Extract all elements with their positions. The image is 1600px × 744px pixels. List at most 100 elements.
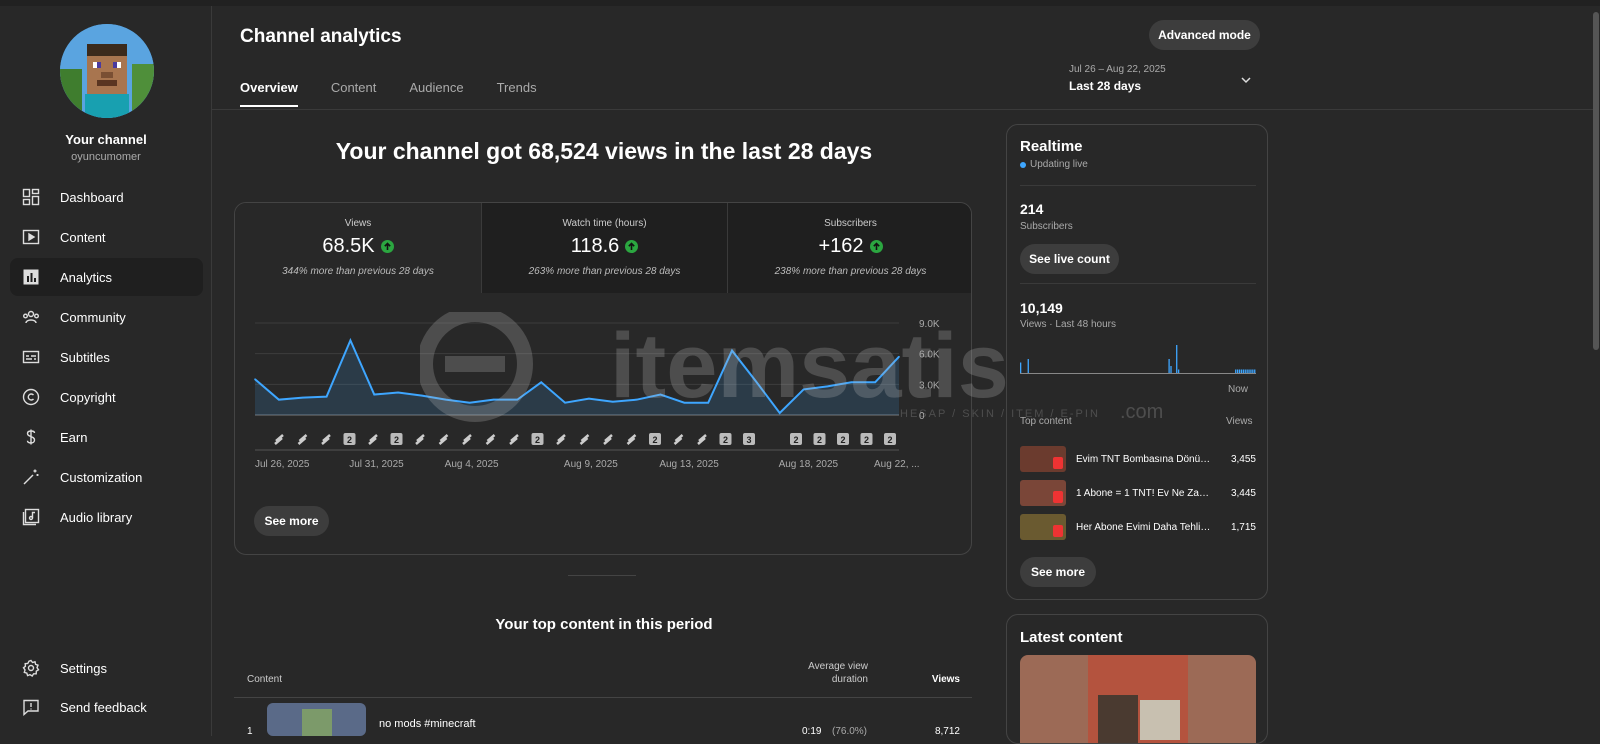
tab-audience[interactable]: Audience bbox=[409, 80, 463, 107]
sparkline-bar bbox=[1240, 369, 1243, 373]
realtime-now-label: Now bbox=[1228, 384, 1249, 395]
shorts-icon bbox=[1053, 457, 1063, 469]
column-header-avg-duration[interactable]: Average view duration bbox=[800, 660, 868, 686]
video-thumbnail[interactable] bbox=[267, 703, 366, 736]
date-range-text[interactable]: Jul 26 – Aug 22, 2025 bbox=[1069, 64, 1166, 75]
latest-video-thumbnail[interactable] bbox=[1020, 655, 1256, 743]
row-views: 8,712 bbox=[934, 726, 960, 737]
sidebar-item-customization[interactable]: Customization bbox=[10, 458, 203, 496]
realtime-divider bbox=[1020, 185, 1256, 186]
realtime-content-item[interactable]: Evim TNT Bombasına Dönüştü 3,455 bbox=[1020, 445, 1256, 473]
avg-duration-percent: (76.0%) bbox=[832, 726, 868, 737]
sidebar-item-copyright[interactable]: Copyright bbox=[10, 378, 203, 416]
realtime-views-sparkline[interactable] bbox=[1020, 341, 1256, 375]
sidebar-item-audio-library[interactable]: Audio library bbox=[10, 498, 203, 536]
audio-library-icon bbox=[20, 506, 42, 528]
chart-x-tick-label: Aug 9, 2025 bbox=[564, 459, 618, 470]
tab-content[interactable]: Content bbox=[331, 80, 377, 107]
metric-value-row: 68.5K bbox=[235, 235, 481, 258]
sparkline-bar bbox=[1235, 369, 1237, 373]
metric-label: Watch time (hours) bbox=[562, 218, 647, 229]
shorts-marker-glyph bbox=[438, 434, 449, 445]
sidebar-item-analytics[interactable]: Analytics bbox=[10, 258, 203, 296]
shorts-marker-glyph bbox=[415, 434, 425, 445]
table-header-divider bbox=[234, 697, 972, 698]
chart-point bbox=[564, 401, 566, 404]
chart-point bbox=[301, 396, 304, 399]
sparkline-bar bbox=[1248, 369, 1250, 373]
upload-count-label: 2 bbox=[793, 435, 798, 445]
chart-point bbox=[731, 349, 733, 352]
shorts-marker-glyph bbox=[697, 434, 707, 445]
upload-count-label: 2 bbox=[887, 435, 892, 445]
metric-comparison: 263% more than previous 28 days bbox=[528, 266, 681, 277]
section-divider bbox=[568, 575, 636, 576]
chart-x-tick-label: Aug 22, ... bbox=[874, 459, 920, 470]
metric-views-tab[interactable]: Views 68.5K 344% more than previous 28 d… bbox=[235, 203, 481, 293]
video-views: 3,445 bbox=[1230, 487, 1256, 499]
chart-x-tick-label: Jul 31, 2025 bbox=[349, 459, 404, 470]
sidebar: Your channel oyuncumomer Dashboard Conte… bbox=[0, 6, 212, 736]
channel-avatar[interactable] bbox=[60, 24, 154, 118]
sidebar-item-dashboard[interactable]: Dashboard bbox=[10, 178, 203, 216]
chevron-down-icon[interactable] bbox=[1240, 74, 1252, 86]
video-title[interactable]: no mods #minecraft bbox=[379, 718, 476, 730]
dashboard-icon bbox=[20, 186, 42, 208]
chart-point bbox=[755, 380, 757, 383]
sidebar-item-send-feedback[interactable]: Send feedback bbox=[10, 688, 203, 726]
chart-x-tick-label: Aug 4, 2025 bbox=[445, 459, 499, 470]
see-more-button[interactable]: See more bbox=[254, 506, 329, 536]
sparkline-bar bbox=[1238, 369, 1241, 373]
sidebar-item-earn[interactable]: Earn bbox=[10, 418, 203, 456]
scrollbar-thumb[interactable] bbox=[1593, 12, 1599, 350]
chart-y-tick-label: 6.0K bbox=[919, 350, 940, 361]
sidebar-item-label: Send feedback bbox=[60, 699, 147, 715]
sidebar-item-label: Subtitles bbox=[60, 349, 110, 365]
sidebar-item-subtitles[interactable]: Subtitles bbox=[10, 338, 203, 376]
shorts-marker-glyph bbox=[368, 434, 378, 445]
sidebar-item-settings[interactable]: Settings bbox=[10, 649, 203, 687]
chart-point bbox=[254, 378, 256, 381]
chart-x-tick-label: Aug 18, 2025 bbox=[779, 459, 839, 470]
chart-point bbox=[349, 339, 352, 342]
advanced-mode-button[interactable]: Advanced mode bbox=[1149, 20, 1260, 50]
channel-name: Your channel bbox=[65, 132, 147, 147]
realtime-content-item[interactable]: Her Abone Evimi Daha Tehlikeli 1,715 bbox=[1020, 513, 1256, 541]
upload-count-label: 2 bbox=[817, 435, 822, 445]
video-thumbnail bbox=[1020, 446, 1066, 472]
sparkline-bar bbox=[1244, 369, 1246, 373]
sidebar-item-community[interactable]: Community bbox=[10, 298, 203, 336]
chart-point bbox=[492, 398, 495, 401]
video-views: 3,455 bbox=[1230, 453, 1256, 465]
realtime-content-item[interactable]: 1 Abone = 1 TNT! Ev Ne Zaman Patlar 3,44… bbox=[1020, 479, 1256, 507]
column-header-views[interactable]: Views bbox=[920, 674, 960, 685]
see-live-count-button[interactable]: See live count bbox=[1020, 244, 1119, 274]
video-title: Evim TNT Bombasına Dönüştü bbox=[1076, 453, 1212, 465]
tab-trends[interactable]: Trends bbox=[497, 80, 537, 107]
realtime-views-column-label: Views bbox=[1226, 416, 1253, 427]
date-period-selector[interactable]: Last 28 days bbox=[1069, 79, 1141, 93]
chart-point bbox=[468, 401, 471, 404]
realtime-see-more-button[interactable]: See more bbox=[1020, 557, 1096, 587]
tab-overview[interactable]: Overview bbox=[240, 80, 298, 107]
metric-subscribers-tab[interactable]: Subscribers +162 238% more than previous… bbox=[727, 203, 971, 293]
metric-watch-time-tab[interactable]: Watch time (hours) 118.6 263% more than … bbox=[481, 203, 727, 293]
realtime-title: Realtime bbox=[1020, 138, 1083, 155]
sparkline-bar bbox=[1176, 345, 1178, 373]
latest-content-card: Latest content bbox=[1006, 614, 1268, 744]
realtime-views-label: Views · Last 48 hours bbox=[1020, 319, 1116, 330]
shorts-marker-glyph bbox=[509, 434, 519, 445]
upload-count-label: 2 bbox=[723, 435, 728, 445]
analytics-tabs: Overview Content Audience Trends bbox=[240, 80, 570, 107]
views-chart[interactable]: 0 3.0K 6.0K 9.0K 2 2 2 2 2 3 2 2 2 2 2 Jul 26, 2025 Jul … bbox=[235, 293, 971, 493]
arrow-up-icon bbox=[869, 240, 883, 253]
chart-point bbox=[325, 395, 328, 398]
sidebar-item-label: Analytics bbox=[60, 269, 113, 285]
sidebar-item-label: Earn bbox=[60, 429, 88, 445]
chart-y-tick-label: 9.0K bbox=[919, 319, 940, 330]
feedback-icon bbox=[20, 696, 42, 718]
chart-point bbox=[516, 398, 519, 401]
chart-y-tick-label: 0 bbox=[919, 411, 925, 422]
sidebar-item-content[interactable]: Content bbox=[10, 218, 203, 256]
chart-point bbox=[373, 393, 376, 396]
